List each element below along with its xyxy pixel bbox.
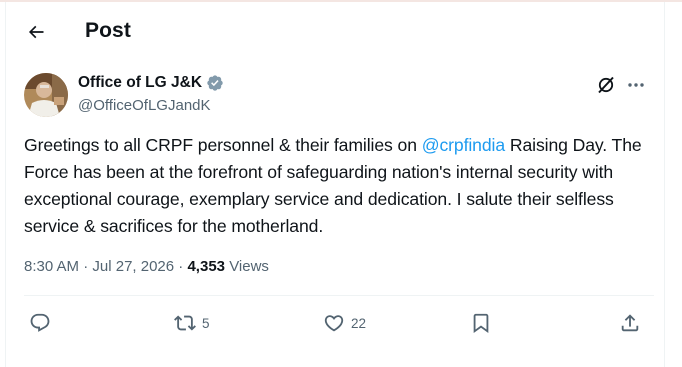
avatar[interactable]	[24, 73, 68, 117]
bookmark-icon	[473, 313, 489, 334]
repost-icon	[174, 315, 196, 331]
page-title: Post	[85, 19, 131, 42]
author-name-text: Office of LG J&K	[78, 74, 203, 91]
bookmark-button[interactable]	[470, 310, 492, 336]
tweet-text: Greetings to all CRPF personnel & their …	[24, 132, 654, 240]
repost-button[interactable]: 5	[174, 310, 210, 336]
share-icon	[621, 314, 639, 332]
views-count: 4,353	[187, 258, 226, 275]
tweet-time[interactable]: 8:30 AM	[24, 258, 79, 275]
avatar-image	[24, 73, 68, 117]
heart-icon	[324, 315, 344, 332]
author-name[interactable]: Office of LG J&K	[78, 74, 224, 92]
views-label: Views	[229, 258, 269, 275]
more-button[interactable]	[624, 73, 648, 97]
top-edge	[0, 0, 682, 2]
more-dots-icon	[628, 83, 644, 87]
reply-icon	[30, 313, 50, 332]
back-button[interactable]	[20, 16, 52, 48]
meta-separator-2: ·	[174, 258, 188, 275]
right-border	[664, 2, 665, 367]
reply-button[interactable]	[29, 310, 57, 336]
meta-separator: ·	[79, 258, 93, 275]
like-count: 22	[351, 315, 367, 331]
author-handle[interactable]: @OfficeOfLGJandK	[78, 97, 211, 114]
mention-link[interactable]: @crpfindia	[422, 135, 505, 155]
header-bar: Post	[6, 12, 664, 52]
grok-button[interactable]	[594, 73, 618, 97]
divider	[24, 295, 654, 296]
tweet-text-start: Greetings to all CRPF personnel & their …	[24, 135, 422, 155]
arrow-left-icon	[28, 25, 44, 39]
grok-icon	[598, 76, 614, 94]
tweet-meta: 8:30 AM · Jul 27, 2026 · 4,353 Views	[24, 258, 269, 275]
repost-count: 5	[202, 315, 210, 331]
verified-badge-icon	[207, 75, 223, 91]
share-button[interactable]	[619, 310, 641, 336]
like-button[interactable]: 22	[323, 310, 366, 336]
left-border	[5, 2, 6, 367]
tweet-date[interactable]: Jul 27, 2026	[92, 258, 174, 275]
post-page: Post Office of LG J&K @OfficeOfLGJandK G…	[0, 0, 682, 367]
